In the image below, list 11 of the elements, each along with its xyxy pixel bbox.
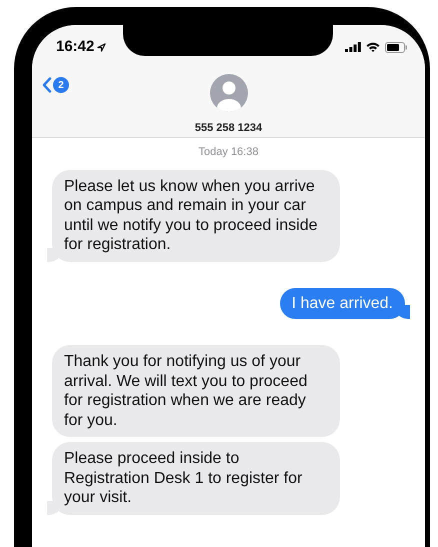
avatar-icon <box>210 74 248 112</box>
unread-badge: 2 <box>53 77 69 93</box>
wifi-icon <box>366 42 380 52</box>
chevron-icon <box>42 77 52 93</box>
status-time: 16:42 <box>56 36 94 57</box>
back-button[interactable]: 2 <box>42 77 69 93</box>
signal-icon <box>345 42 361 52</box>
message-timestamp: Today 16:38 <box>198 145 258 160</box>
battery-icon <box>385 42 407 52</box>
location-arrow-icon <box>97 42 106 52</box>
contact-number: 555 258 1234 <box>194 121 262 136</box>
